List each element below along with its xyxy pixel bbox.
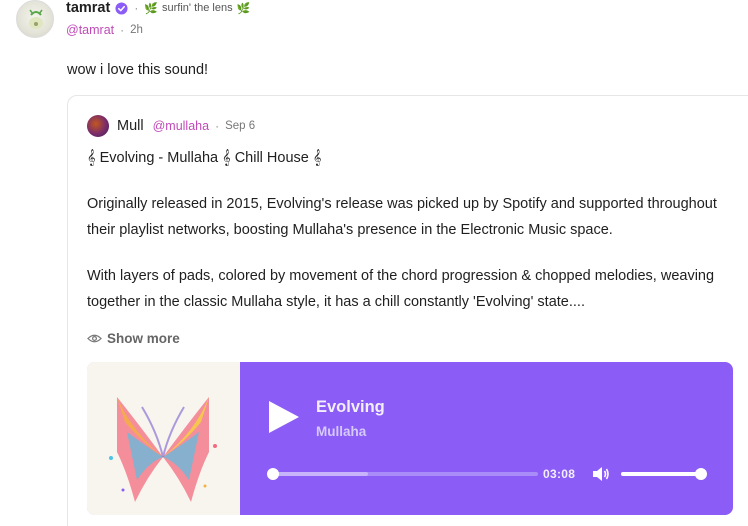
separator-dot: ·	[215, 119, 220, 133]
track-title: Evolving	[316, 398, 385, 416]
album-artwork	[87, 362, 240, 515]
embed-header: Mull @mullaha · Sep 6	[117, 118, 255, 134]
track-artist: Mullaha	[316, 424, 367, 439]
author-handle[interactable]: @tamrat	[66, 23, 114, 37]
eye-icon	[87, 334, 102, 343]
volume-slider[interactable]	[621, 468, 707, 480]
leaf-icon: 🌿	[236, 2, 251, 15]
embed-author-name[interactable]: Mull	[117, 118, 144, 134]
volume-fill	[621, 472, 701, 476]
post-meta: @tamrat · 2h	[66, 23, 143, 37]
progress-slider[interactable]	[267, 468, 538, 480]
channel-name[interactable]: surfin' the lens	[162, 2, 233, 14]
embed-title: 𝄞 Evolving - Mullaha 𝄞 Chill House 𝄞	[87, 150, 322, 166]
leaf-icon: 🌿	[144, 2, 159, 15]
play-icon	[269, 401, 299, 433]
audio-player: Evolving Mullaha 03:08	[87, 362, 733, 515]
author-name[interactable]: tamrat	[66, 0, 110, 16]
post-time[interactable]: 2h	[130, 24, 143, 36]
volume-knob[interactable]	[695, 468, 707, 480]
separator-dot: ·	[120, 23, 125, 37]
verified-badge-icon	[115, 1, 128, 15]
avatar-image	[29, 9, 43, 29]
embed-paragraph: Originally released in 2015, Evolving's …	[87, 196, 717, 238]
author-avatar[interactable]	[16, 0, 54, 38]
volume-icon[interactable]	[592, 466, 610, 482]
show-more-button[interactable]: Show more	[87, 331, 180, 346]
play-button[interactable]	[267, 400, 301, 434]
embed-time[interactable]: Sep 6	[225, 120, 255, 132]
post-text: wow i love this sound!	[67, 62, 209, 78]
separator-dot: ·	[134, 1, 139, 15]
progress-knob[interactable]	[267, 468, 279, 480]
post-header: tamrat · 🌿 surfin' the lens 🌿	[66, 0, 250, 16]
track-duration: 03:08	[543, 467, 576, 481]
show-more-label: Show more	[107, 331, 180, 346]
embed-paragraph: With layers of pads, colored by movement…	[87, 268, 715, 310]
embed-author-handle[interactable]: @mullaha	[153, 119, 209, 133]
progress-fill	[273, 472, 369, 476]
embed-author-avatar[interactable]	[87, 115, 109, 137]
artwork-image	[87, 362, 240, 515]
